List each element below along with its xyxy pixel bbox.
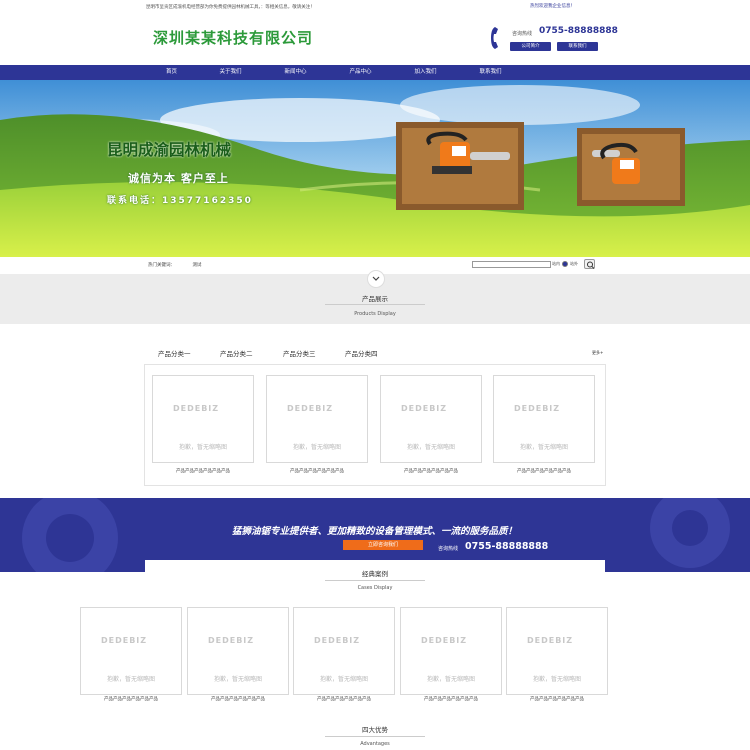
placeholder-text: 抱歉，暂无缩略图 <box>426 676 475 683</box>
hotline-label: 咨询热线 <box>512 31 533 37</box>
products-divider <box>325 304 425 305</box>
product-card[interactable]: DEDEBIZ 抱歉，暂无缩略图 <box>152 375 254 463</box>
case-card[interactable]: DEDEBIZ 抱歉，暂无缩略图 <box>293 607 395 695</box>
placeholder-text: 抱歉，暂无缩略图 <box>519 444 568 451</box>
case-label[interactable]: 产品产品产品产品产品产品 <box>80 696 182 702</box>
nav-item-contact[interactable]: 联系我们 <box>463 65 518 80</box>
welcome-link[interactable]: 热烈欢迎我企业信息！ <box>530 3 575 9</box>
product-label[interactable]: 产品产品产品产品产品产品 <box>152 468 254 474</box>
placeholder-text: 抱歉，暂无缩略图 <box>213 676 262 683</box>
phone-icon <box>491 27 498 49</box>
placeholder-text: 抱歉，暂无缩略图 <box>406 444 455 451</box>
cases-subtitle: Cases Display <box>357 585 393 591</box>
top-strip <box>0 0 750 14</box>
product-card[interactable]: DEDEBIZ 抱歉，暂无缩略图 <box>493 375 595 463</box>
advantages-subtitle: Advantages <box>360 741 390 747</box>
tab-category-2[interactable]: 产品分类二 <box>220 348 253 358</box>
search-button[interactable] <box>584 259 595 269</box>
placeholder-text: 抱歉，暂无缩略图 <box>106 676 155 683</box>
cases-divider <box>325 580 425 581</box>
case-card[interactable]: DEDEBIZ 抱歉，暂无缩略图 <box>506 607 608 695</box>
consult-now-button[interactable]: 立即咨询我们 <box>343 540 423 550</box>
hero-banner <box>0 80 750 257</box>
site-intro: 昆明市呈贡区成渝机电经营部为你免费提供园林机械工具，：等相关信息，敬请关注！ <box>146 5 315 10</box>
banner-landscape <box>0 80 750 257</box>
search-input[interactable] <box>472 261 551 268</box>
chevron-down-icon <box>372 276 380 281</box>
placeholder-text: 抱歉，暂无缩略图 <box>178 444 227 451</box>
products-title: 产品展示 <box>362 295 388 303</box>
promo-hotline-label: 咨询热线 <box>438 546 459 552</box>
case-label[interactable]: 产品产品产品产品产品产品 <box>293 696 395 702</box>
product-label[interactable]: 产品产品产品产品产品产品 <box>380 468 482 474</box>
hot-keywords: 热门关键词： 测试 <box>148 262 217 268</box>
placeholder-logo: DEDEBIZ <box>421 636 468 645</box>
case-card[interactable]: DEDEBIZ 抱歉，暂无缩略图 <box>80 607 182 695</box>
page: 昆明市呈贡区成渝机电经营部为你免费提供园林机械工具，：等相关信息，敬请关注！ 热… <box>0 0 750 750</box>
placeholder-logo: DEDEBIZ <box>101 636 148 645</box>
tab-category-1[interactable]: 产品分类一 <box>158 348 191 358</box>
nav-item-products[interactable]: 产品中心 <box>333 65 388 80</box>
banner-slogan: 诚信为本 客户至上 <box>128 172 229 185</box>
hotline-number: 0755-88888888 <box>539 26 618 36</box>
case-card[interactable]: DEDEBIZ 抱歉，暂无缩略图 <box>187 607 289 695</box>
placeholder-text: 抱歉，暂无缩略图 <box>319 676 368 683</box>
radio-label-outside: 站外 <box>570 261 578 266</box>
case-card[interactable]: DEDEBIZ 抱歉，暂无缩略图 <box>400 607 502 695</box>
placeholder-logo: DEDEBIZ <box>514 404 561 413</box>
nav-item-join[interactable]: 加入我们 <box>398 65 453 80</box>
banner-contact: 联系电话：13577162350 <box>107 196 253 206</box>
main-nav: 首页 关于我们 新闻中心 产品中心 加入我们 联系我们 <box>0 65 750 80</box>
advantages-title: 四大优势 <box>362 726 388 734</box>
placeholder-logo: DEDEBIZ <box>208 636 255 645</box>
radio-inside[interactable] <box>562 261 568 267</box>
placeholder-logo: DEDEBIZ <box>287 404 334 413</box>
placeholder-logo: DEDEBIZ <box>401 404 448 413</box>
placeholder-text: 抱歉，暂无缩略图 <box>292 444 341 451</box>
products-more-link[interactable]: 更多+ <box>592 350 603 356</box>
nav-item-news[interactable]: 新闻中心 <box>268 65 323 80</box>
placeholder-logo: DEDEBIZ <box>527 636 574 645</box>
tab-category-3[interactable]: 产品分类三 <box>283 348 316 358</box>
radio-label-inside: 站内 <box>552 261 560 266</box>
cases-title: 经典案例 <box>362 570 388 578</box>
nav-item-about[interactable]: 关于我们 <box>203 65 258 80</box>
contact-us-button[interactable]: 联系我们 <box>557 42 598 51</box>
nav-item-home[interactable]: 首页 <box>144 65 199 80</box>
placeholder-logo: DEDEBIZ <box>314 636 361 645</box>
banner-title: 昆明成渝园林机械 <box>107 141 232 159</box>
product-label[interactable]: 产品产品产品产品产品产品 <box>493 468 595 474</box>
product-card[interactable]: DEDEBIZ 抱歉，暂无缩略图 <box>266 375 368 463</box>
promo-hotline-number: 0755-88888888 <box>465 541 549 552</box>
placeholder-logo: DEDEBIZ <box>173 404 220 413</box>
tab-category-4[interactable]: 产品分类四 <box>345 348 378 358</box>
company-profile-button[interactable]: 公司简介 <box>510 42 551 51</box>
placeholder-text: 抱歉，暂无缩略图 <box>532 676 581 683</box>
company-logo[interactable]: 深圳某某科技有限公司 <box>153 27 313 48</box>
promo-text: 猛狮油锯专业提供者、更加精致的设备管理模式、一流的服务品质！ <box>232 526 518 537</box>
search-icon <box>587 261 595 269</box>
scroll-down-button[interactable] <box>367 270 385 288</box>
product-label[interactable]: 产品产品产品产品产品产品 <box>266 468 368 474</box>
product-card[interactable]: DEDEBIZ 抱歉，暂无缩略图 <box>380 375 482 463</box>
case-label[interactable]: 产品产品产品产品产品产品 <box>506 696 608 702</box>
hot-keywords-label: 热门关键词： <box>148 263 175 268</box>
case-label[interactable]: 产品产品产品产品产品产品 <box>187 696 289 702</box>
keyword-link[interactable]: 测试 <box>192 263 201 268</box>
products-subtitle: Products Display <box>354 311 396 317</box>
case-label[interactable]: 产品产品产品产品产品产品 <box>400 696 502 702</box>
advantages-divider <box>325 736 425 737</box>
